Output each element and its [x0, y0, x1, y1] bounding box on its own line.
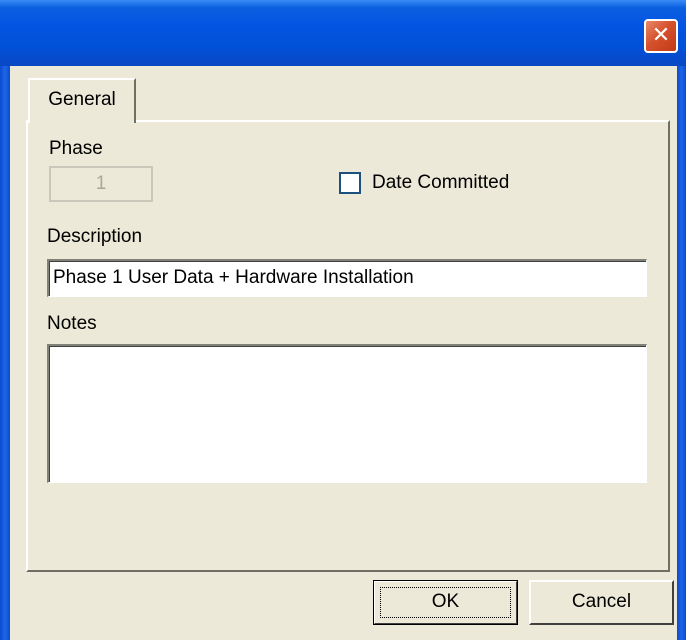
- date-committed-checkbox[interactable]: [339, 172, 361, 194]
- window-frame-right: [677, 66, 686, 640]
- date-committed-label[interactable]: Date Committed: [372, 172, 509, 194]
- focus-rect: [380, 587, 511, 618]
- description-value: Phase 1 User Data + Hardware Installatio…: [53, 267, 414, 288]
- title-bar[interactable]: ✕: [0, 0, 686, 66]
- description-label: Description: [47, 226, 143, 247]
- phase-field: 1: [49, 166, 153, 202]
- close-icon: ✕: [651, 23, 671, 48]
- notes-label: Notes: [47, 313, 97, 334]
- ok-button[interactable]: OK: [373, 580, 518, 625]
- tab-label: General: [48, 89, 116, 110]
- window-frame-left: [0, 66, 10, 640]
- phase-value: 1: [95, 173, 107, 194]
- tab-general[interactable]: General: [28, 78, 136, 123]
- close-button[interactable]: ✕: [644, 19, 678, 53]
- notes-field[interactable]: [47, 344, 647, 483]
- description-field[interactable]: Phase 1 User Data + Hardware Installatio…: [47, 259, 647, 297]
- cancel-button[interactable]: Cancel: [529, 580, 674, 625]
- phase-label: Phase: [49, 138, 103, 159]
- cancel-label: Cancel: [571, 591, 632, 612]
